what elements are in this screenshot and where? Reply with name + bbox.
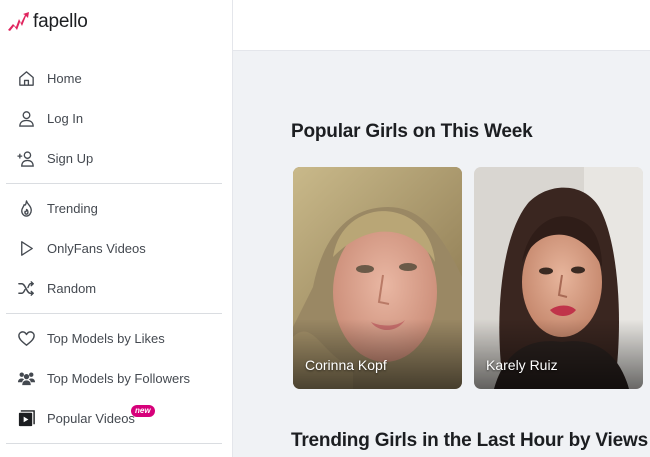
users-icon bbox=[16, 368, 36, 388]
card-overlay bbox=[474, 319, 643, 389]
user-icon bbox=[16, 108, 36, 128]
popular-section-title: Popular Girls on This Week bbox=[291, 121, 533, 142]
nav-item-sign-up[interactable]: Sign Up bbox=[0, 138, 222, 178]
top-bar bbox=[233, 0, 650, 51]
trending-section-title: Trending Girls in the Last Hour by Views bbox=[291, 430, 648, 451]
nav-label: Trending bbox=[47, 200, 98, 216]
nav-label: OnlyFans Videos bbox=[47, 240, 146, 256]
home-icon bbox=[16, 68, 36, 88]
logo-icon bbox=[8, 12, 29, 31]
new-badge: new bbox=[131, 405, 155, 417]
nav-label: Top Models by Followers bbox=[47, 370, 191, 386]
brand-name: fapello bbox=[33, 11, 88, 32]
nav-label: Log In bbox=[47, 110, 84, 126]
model-name: Corinna Kopf bbox=[305, 357, 387, 373]
sidebar: fapello Home Log In Sign Up Trending Onl… bbox=[0, 0, 233, 457]
nav-divider bbox=[6, 183, 222, 184]
model-card[interactable]: Corinna Kopf bbox=[293, 167, 462, 389]
nav-label: Popular Videos bbox=[47, 410, 135, 426]
shuffle-icon bbox=[16, 278, 36, 298]
brand-logo[interactable]: fapello bbox=[6, 9, 88, 35]
play-icon bbox=[16, 238, 36, 258]
nav-divider bbox=[6, 443, 222, 444]
model-card[interactable]: Karely Ruiz bbox=[474, 167, 643, 389]
nav-item-random[interactable]: Random bbox=[0, 268, 222, 308]
nav-label: Random bbox=[47, 280, 97, 296]
nav-item-trending[interactable]: Trending bbox=[0, 188, 222, 228]
flame-icon bbox=[16, 198, 36, 218]
model-name: Karely Ruiz bbox=[486, 357, 558, 373]
nav-item-top-models-by-followers[interactable]: Top Models by Followers bbox=[0, 358, 222, 398]
heart-icon bbox=[16, 328, 36, 348]
nav-label: Top Models by Likes bbox=[47, 330, 165, 346]
user-plus-icon bbox=[16, 148, 36, 168]
nav-label: Home bbox=[47, 70, 82, 86]
nav-item-top-models-by-likes[interactable]: Top Models by Likes bbox=[0, 318, 222, 358]
nav-item-popular-videos[interactable]: Popular Videos new bbox=[0, 398, 222, 438]
video-icon bbox=[16, 408, 36, 428]
nav-item-onlyfans-videos[interactable]: OnlyFans Videos bbox=[0, 228, 222, 268]
card-overlay bbox=[293, 319, 462, 389]
nav-label: Sign Up bbox=[47, 150, 94, 166]
nav-item-home[interactable]: Home bbox=[0, 58, 222, 98]
nav-item-log-in[interactable]: Log In bbox=[0, 98, 222, 138]
nav-divider bbox=[6, 313, 222, 314]
